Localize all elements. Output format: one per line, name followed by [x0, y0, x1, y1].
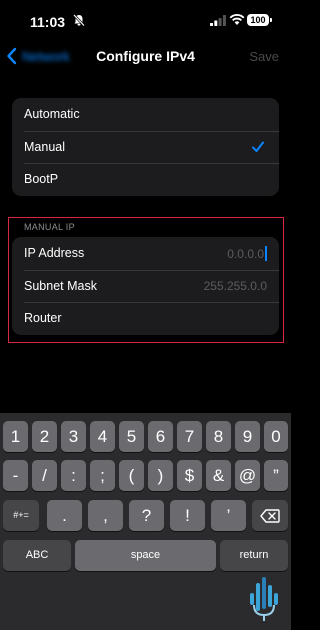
status-bar: 11:03 100	[0, 0, 291, 40]
key-8[interactable]: 8	[206, 421, 231, 452]
text-cursor	[265, 246, 267, 261]
field-label: Router	[24, 311, 62, 326]
silent-bell-icon	[73, 14, 85, 27]
subnet-mask-row[interactable]: Subnet Mask 255.255.0.0	[12, 270, 279, 303]
key-exclamation[interactable]: !	[170, 500, 205, 531]
key-comma[interactable]: ,	[88, 500, 123, 531]
key-dollar[interactable]: $	[177, 460, 202, 491]
manual-ip-list: IP Address 0.0.0.0 Subnet Mask 255.255.0…	[12, 237, 279, 335]
option-bootp[interactable]: BootP	[12, 163, 279, 196]
section-header-manual-ip: MANUAL IP	[24, 222, 75, 232]
option-manual[interactable]: Manual	[12, 131, 279, 164]
backspace-icon	[260, 509, 280, 523]
ip-address-placeholder: 0.0.0.0	[227, 247, 264, 261]
key-slash[interactable]: /	[32, 460, 57, 491]
key-0[interactable]: 0	[264, 421, 288, 452]
key-at[interactable]: @	[235, 460, 260, 491]
save-button[interactable]: Save	[249, 49, 279, 64]
key-hyphen[interactable]: -	[3, 460, 28, 491]
field-label: Subnet Mask	[24, 278, 97, 293]
key-question[interactable]: ?	[129, 500, 164, 531]
ip-address-field[interactable]: 0.0.0.0	[227, 246, 267, 261]
router-row[interactable]: Router	[12, 302, 279, 335]
option-label: Automatic	[24, 107, 80, 121]
cellular-signal-icon	[210, 15, 226, 26]
key-9[interactable]: 9	[235, 421, 260, 452]
return-key[interactable]: return	[220, 540, 288, 571]
field-label: IP Address	[24, 246, 85, 260]
key-semicolon[interactable]: ;	[90, 460, 115, 491]
battery-nub	[270, 18, 272, 22]
key-6[interactable]: 6	[148, 421, 173, 452]
navigation-bar: Network Configure IPv4 Save	[0, 40, 291, 74]
option-automatic[interactable]: Automatic	[12, 98, 279, 131]
ipv4-method-list: Automatic Manual BootP	[12, 98, 279, 196]
battery-icon: 100	[247, 14, 269, 26]
key-4[interactable]: 4	[90, 421, 115, 452]
key-apostrophe[interactable]: ’	[211, 500, 246, 531]
key-2[interactable]: 2	[32, 421, 57, 452]
checkmark-icon	[252, 141, 264, 152]
key-symbols-toggle[interactable]: #+=	[3, 500, 39, 531]
status-time: 11:03	[30, 14, 66, 30]
key-colon[interactable]: :	[61, 460, 86, 491]
subnet-mask-field[interactable]: 255.255.0.0	[204, 279, 267, 293]
option-label: BootP	[24, 172, 59, 187]
key-ampersand[interactable]: &	[206, 460, 231, 491]
key-3[interactable]: 3	[61, 421, 86, 452]
ip-address-row[interactable]: IP Address 0.0.0.0	[12, 237, 279, 270]
space-key[interactable]: space	[75, 540, 216, 571]
key-open-paren[interactable]: (	[119, 460, 144, 491]
key-7[interactable]: 7	[177, 421, 202, 452]
page-title: Configure IPv4	[96, 48, 195, 64]
wifi-icon	[229, 14, 245, 25]
key-close-paren[interactable]: )	[148, 460, 173, 491]
backspace-key[interactable]	[252, 500, 288, 531]
key-period[interactable]: .	[47, 500, 82, 531]
key-quote[interactable]: ”	[264, 460, 288, 491]
microphone-logo-icon	[250, 577, 278, 621]
key-5[interactable]: 5	[119, 421, 144, 452]
abc-key[interactable]: ABC	[3, 540, 71, 571]
option-label: Manual	[24, 139, 65, 154]
key-1[interactable]: 1	[3, 421, 28, 452]
